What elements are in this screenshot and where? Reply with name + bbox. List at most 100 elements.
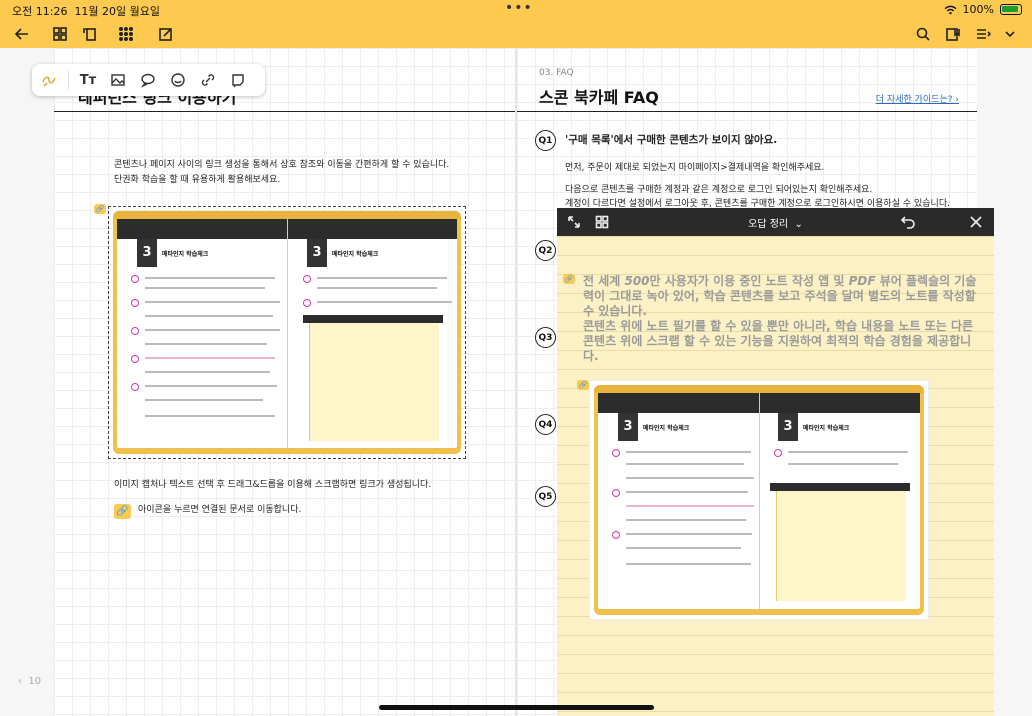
battery-icon — [1000, 4, 1022, 15]
scrap-image-frame[interactable]: 3 메타인지 학습체크 3 메타인지 학습체크 — [108, 206, 466, 459]
search-icon[interactable] — [913, 24, 933, 44]
text-line — [145, 415, 275, 417]
text-line — [317, 277, 447, 279]
text-line — [788, 451, 908, 453]
status-right: 100% — [944, 3, 1022, 16]
popup-header — [303, 315, 443, 323]
pink-mark — [303, 275, 311, 283]
book-pages: 3 메타인지 학습체크 3 메타인지 학습체크 — [598, 393, 920, 609]
q3-marker: Q3 — [535, 327, 556, 348]
text-line — [145, 399, 263, 401]
scrap-instruction: 이미지 캡처나 텍스트 선택 후 드래그&드롭을 이용해 스크랩하면 링크가 생… — [114, 480, 432, 490]
apps-icon[interactable] — [116, 24, 136, 44]
page-rotate-icon[interactable] — [80, 24, 100, 44]
panel-title-dropdown[interactable]: 오답 정리 ⌄ — [557, 215, 994, 230]
link-icon[interactable]: 🔗 — [577, 380, 589, 390]
pink-mark — [131, 299, 139, 307]
link-tool-icon[interactable] — [197, 69, 219, 91]
q1-marker: Q1 — [535, 130, 556, 151]
chapter-number: 3 — [618, 413, 638, 441]
panel-scrap-image[interactable]: 3 메타인지 학습체크 3 메타인지 학습체크 — [589, 380, 929, 620]
link-icon[interactable]: 🔗 — [94, 204, 106, 214]
status-time: 오전 11:26 11월 20일 월요일 — [12, 5, 161, 18]
chapter-title-right: 메타인지 학습체크 — [332, 251, 379, 258]
toc-menu-icon[interactable] — [973, 24, 993, 44]
text-tool-icon[interactable]: Tт — [77, 69, 99, 91]
text-line — [626, 451, 751, 453]
text-line — [626, 547, 741, 549]
text-line — [145, 301, 280, 303]
book-spine — [759, 393, 760, 609]
book-screenshot: 3 메타인지 학습체크 3 메타인지 학습체크 — [594, 385, 924, 615]
image-tool-icon[interactable] — [107, 69, 129, 91]
edit-note-icon[interactable] — [156, 24, 176, 44]
home-indicator[interactable] — [379, 705, 654, 710]
pink-mark — [612, 531, 620, 539]
pink-mark — [131, 383, 139, 391]
text-line — [626, 519, 746, 521]
text-line — [626, 491, 748, 493]
text-line — [788, 463, 898, 465]
q2-marker: Q2 — [535, 240, 556, 261]
bookmark-panel-icon[interactable] — [943, 24, 963, 44]
book-screenshot: 3 메타인지 학습체크 3 메타인지 학습체크 — [113, 211, 461, 454]
pink-mark — [612, 489, 620, 497]
grid-view-icon[interactable] — [50, 24, 70, 44]
comment-tool-icon[interactable] — [137, 69, 159, 91]
text-line — [317, 301, 452, 303]
text-line — [626, 533, 752, 535]
note-popup — [309, 323, 439, 441]
pen-toolbar: Tт — [32, 64, 265, 96]
book-spine — [287, 219, 288, 448]
pink-mark — [774, 449, 782, 457]
popup-header — [770, 483, 910, 491]
close-icon[interactable] — [968, 214, 984, 230]
lasso-pen-icon[interactable] — [38, 69, 60, 91]
text-line — [145, 385, 277, 387]
sticker-tool-icon[interactable] — [167, 69, 189, 91]
panel-text-paragraph-1: 전 세계 500만 사용자가 이용 중인 노트 작성 앱 및 PDF 뷰어 플렉… — [583, 274, 977, 318]
multitask-dots[interactable]: ••• — [505, 0, 533, 16]
pink-mark — [303, 299, 311, 307]
q1-answer-2: 다음으로 콘텐츠를 구매한 계정과 같은 계정으로 로그인 되어있는지 확인해주… — [565, 185, 873, 195]
q5-marker: Q5 — [535, 486, 556, 507]
status-bar: 오전 11:26 11월 20일 월요일 ••• 100% — [0, 0, 1032, 20]
q1-answer-1: 먼저, 주문이 제대로 되었는지 마이페이지>결제내역을 확인해주세요. — [565, 163, 825, 173]
wrong-answer-panel: 오답 정리 ⌄ 🔗 전 세계 500만 사용자가 이용 중인 노트 작성 앱 및… — [557, 208, 994, 716]
header-divider — [517, 111, 977, 112]
intro-line-1: 콘텐츠나 페이지 사이의 링크 생성을 통해서 상호 참조와 이동을 간편하게 … — [114, 160, 450, 170]
panel-scrap-text: 전 세계 500만 사용자가 이용 중인 노트 작성 앱 및 PDF 뷰어 플렉… — [583, 274, 981, 364]
section-tag: 03. FAQ — [539, 68, 574, 78]
book-tabbar — [594, 385, 924, 393]
note-popup — [776, 491, 906, 601]
highlight-line — [145, 357, 275, 359]
header-divider — [54, 111, 515, 112]
text-line — [626, 477, 754, 479]
back-arrow-icon[interactable] — [12, 24, 32, 44]
undo-icon[interactable] — [900, 214, 916, 230]
book-pages: 3 메타인지 학습체크 3 메타인지 학습체크 — [117, 219, 457, 448]
panel-header: 오답 정리 ⌄ — [557, 208, 994, 236]
page-number: ‹ 10 — [18, 676, 42, 687]
pink-mark — [131, 355, 139, 363]
separator — [68, 71, 69, 89]
text-line — [145, 287, 265, 289]
chapter-title-right: 메타인지 학습체크 — [803, 425, 850, 432]
chapter-title: 메타인지 학습체크 — [162, 251, 209, 258]
guide-link[interactable]: 더 자세한 가이드는? › — [876, 92, 959, 105]
scrap-tool-icon[interactable] — [227, 69, 249, 91]
chevron-down-icon[interactable] — [1000, 24, 1020, 44]
left-page: 레퍼런스 링크 이용하기 콘텐츠나 페이지 사이의 링크 생성을 통해서 상호 … — [54, 48, 515, 716]
pink-mark — [131, 327, 139, 335]
text-line — [317, 287, 437, 289]
text-line — [626, 563, 751, 565]
link-icon[interactable]: 🔗 — [114, 504, 131, 519]
q4-marker: Q4 — [535, 414, 556, 435]
panel-text-paragraph-2: 콘텐츠 위에 노트 필기를 할 수 있을 뿐만 아니라, 학습 내용을 노트 또… — [583, 319, 974, 363]
intro-line-2: 단권화 학습을 할 때 유용하게 활용해보세요. — [114, 175, 281, 185]
faq-title: 스콘 북카페 FAQ — [539, 88, 659, 107]
battery-percent: 100% — [962, 3, 994, 16]
link-icon[interactable]: 🔗 — [563, 274, 575, 284]
q1-question: '구매 목록'에서 구매한 콘텐츠가 보이지 않아요. — [565, 134, 778, 146]
text-line — [145, 371, 270, 373]
